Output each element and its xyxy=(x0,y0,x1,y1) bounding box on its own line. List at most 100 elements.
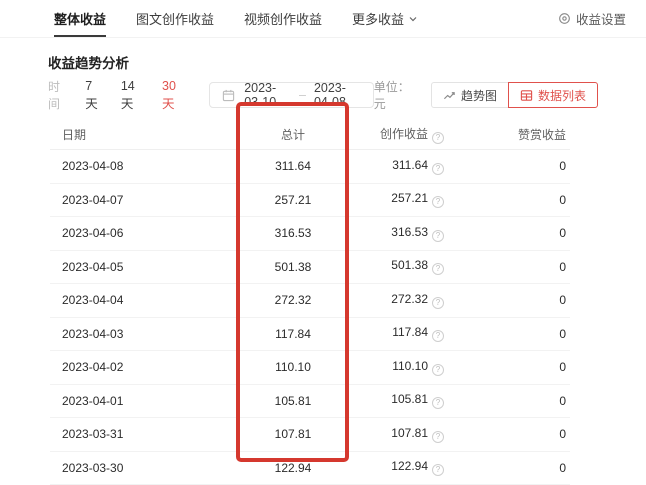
info-icon[interactable]: ? xyxy=(432,431,444,443)
cell-reward: 0 xyxy=(448,461,570,475)
table-body: 2023-04-08 311.64 311.64? 0 2023-04-07 2… xyxy=(50,150,570,485)
col-header-date: 日期 xyxy=(50,126,230,143)
date-start: 2023-03-10 xyxy=(244,81,291,109)
cell-total: 272.32 xyxy=(230,293,356,307)
table-row: 2023-04-02 110.10 110.10? 0 xyxy=(50,351,570,385)
cell-reward: 0 xyxy=(448,327,570,341)
col-header-total: 总计 xyxy=(230,126,356,143)
info-icon[interactable]: ? xyxy=(432,397,444,409)
cell-reward: 0 xyxy=(448,293,570,307)
info-icon[interactable]: ? xyxy=(432,163,444,175)
date-separator: – xyxy=(299,88,306,102)
income-table: 日期 总计 创作收益? 赞赏收益 2023-04-08 311.64 311.6… xyxy=(50,120,570,485)
cell-reward: 0 xyxy=(448,394,570,408)
cell-creation: 272.32? xyxy=(356,292,448,309)
info-icon[interactable]: ? xyxy=(432,263,444,275)
info-icon[interactable]: ? xyxy=(432,464,444,476)
tab-label: 视频创作收益 xyxy=(244,9,322,28)
info-icon[interactable]: ? xyxy=(432,364,444,376)
info-icon[interactable]: ? xyxy=(432,330,444,342)
tabbar-spacer xyxy=(448,0,558,37)
cell-creation: 316.53? xyxy=(356,225,448,242)
cell-date: 2023-04-08 xyxy=(50,159,230,173)
trend-line-icon xyxy=(443,89,456,102)
cell-date: 2023-03-30 xyxy=(50,461,230,475)
cell-total: 107.81 xyxy=(230,427,356,441)
cell-date: 2023-04-03 xyxy=(50,327,230,341)
trend-chart-button[interactable]: 趋势图 xyxy=(431,82,509,108)
table-row: 2023-04-03 117.84 117.84? 0 xyxy=(50,318,570,352)
cell-date: 2023-04-04 xyxy=(50,293,230,307)
content-area: 收益趋势分析 时间 7天 14天 30天 2023-03-10 – 2023-0… xyxy=(0,52,646,485)
chevron-down-icon xyxy=(408,14,418,24)
range-14d[interactable]: 14天 xyxy=(121,79,142,112)
tab-video-income[interactable]: 视频创作收益 xyxy=(244,0,322,37)
tab-article-income[interactable]: 图文创作收益 xyxy=(136,0,214,37)
range-30d[interactable]: 30天 xyxy=(162,79,183,112)
cell-total: 257.21 xyxy=(230,193,356,207)
table-row: 2023-04-04 272.32 272.32? 0 xyxy=(50,284,570,318)
tab-label: 更多收益 xyxy=(352,9,404,28)
table-row: 2023-04-07 257.21 257.21? 0 xyxy=(50,184,570,218)
tab-more-income[interactable]: 更多收益 xyxy=(352,0,418,37)
time-label: 时间 xyxy=(48,78,67,112)
cell-date: 2023-03-31 xyxy=(50,427,230,441)
cell-creation: 257.21? xyxy=(356,191,448,208)
table-row: 2023-03-31 107.81 107.81? 0 xyxy=(50,418,570,452)
cell-total: 501.38 xyxy=(230,260,356,274)
cell-total: 316.53 xyxy=(230,226,356,240)
cell-creation-value: 257.21 xyxy=(391,191,428,205)
trend-button-label: 趋势图 xyxy=(461,87,497,104)
tab-label: 图文创作收益 xyxy=(136,9,214,28)
cell-creation-value: 110.10 xyxy=(392,359,428,373)
cell-creation: 117.84? xyxy=(356,325,448,342)
cell-total: 311.64 xyxy=(230,159,356,173)
table-row: 2023-04-06 316.53 316.53? 0 xyxy=(50,217,570,251)
tab-label: 整体收益 xyxy=(54,9,106,28)
info-icon[interactable]: ? xyxy=(432,230,444,242)
cell-creation-value: 107.81 xyxy=(391,426,428,440)
range-7d[interactable]: 7天 xyxy=(85,79,101,112)
table-row: 2023-03-30 122.94 122.94? 0 xyxy=(50,452,570,485)
cell-creation-value: 117.84 xyxy=(392,325,428,339)
cell-creation: 311.64? xyxy=(356,158,448,175)
cell-creation: 105.81? xyxy=(356,392,448,409)
cell-creation-value: 105.81 xyxy=(391,392,428,406)
info-icon[interactable]: ? xyxy=(432,132,444,144)
cell-total: 105.81 xyxy=(230,394,356,408)
info-icon[interactable]: ? xyxy=(432,297,444,309)
cell-total: 117.84 xyxy=(230,327,356,341)
cell-date: 2023-04-05 xyxy=(50,260,230,274)
cell-total: 110.10 xyxy=(230,360,356,374)
cell-creation: 110.10? xyxy=(356,359,448,376)
cell-creation-value: 311.64 xyxy=(392,158,428,172)
tab-overall-income[interactable]: 整体收益 xyxy=(54,0,106,37)
gear-icon xyxy=(558,12,571,25)
cell-date: 2023-04-02 xyxy=(50,360,230,374)
cell-date: 2023-04-01 xyxy=(50,394,230,408)
table-row: 2023-04-05 501.38 501.38? 0 xyxy=(50,251,570,285)
data-list-button[interactable]: 数据列表 xyxy=(508,82,598,108)
cell-total: 122.94 xyxy=(230,461,356,475)
date-range-picker[interactable]: 2023-03-10 – 2023-04-08 xyxy=(209,82,374,108)
cell-creation: 122.94? xyxy=(356,459,448,476)
cell-reward: 0 xyxy=(448,260,570,274)
cell-reward: 0 xyxy=(448,427,570,441)
table-row: 2023-04-08 311.64 311.64? 0 xyxy=(50,150,570,184)
income-settings-button[interactable]: 收益设置 xyxy=(558,0,626,37)
income-dashboard: 整体收益 图文创作收益 视频创作收益 更多收益 收益设置 收益趋势分析 时间 7… xyxy=(0,0,646,485)
col-header-creation: 创作收益? xyxy=(356,125,448,144)
table-grid-icon xyxy=(520,89,533,102)
cell-creation: 501.38? xyxy=(356,258,448,275)
calendar-icon xyxy=(222,89,235,102)
top-tab-bar: 整体收益 图文创作收益 视频创作收益 更多收益 收益设置 xyxy=(0,0,646,38)
unit-label: 单位： 元 xyxy=(374,78,415,112)
info-icon[interactable]: ? xyxy=(432,196,444,208)
date-end: 2023-04-08 xyxy=(314,81,361,109)
cell-reward: 0 xyxy=(448,159,570,173)
cell-creation-value: 272.32 xyxy=(391,292,428,306)
filter-row: 时间 7天 14天 30天 2023-03-10 – 2023-04-08 单位… xyxy=(48,82,598,108)
cell-creation-value: 122.94 xyxy=(391,459,428,473)
settings-label: 收益设置 xyxy=(576,9,626,28)
cell-reward: 0 xyxy=(448,226,570,240)
